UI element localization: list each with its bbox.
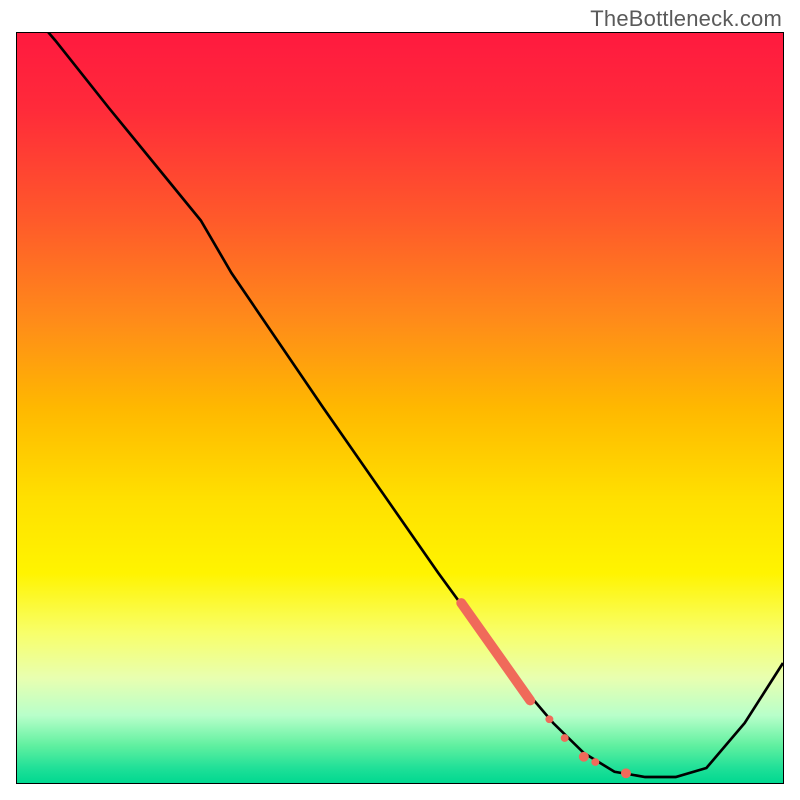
- highlight-dot: [591, 758, 599, 766]
- highlight-dot: [561, 734, 569, 742]
- highlight-segment: [461, 603, 530, 701]
- chart-container: TheBottleneck.com: [0, 0, 800, 800]
- highlight-dots: [545, 715, 631, 778]
- highlight-dot: [621, 768, 631, 778]
- bottleneck-curve: [17, 33, 783, 777]
- highlight-dot: [579, 752, 589, 762]
- watermark-text: TheBottleneck.com: [590, 6, 782, 32]
- plot-area: [16, 32, 784, 784]
- highlight-dot: [545, 715, 553, 723]
- chart-svg: [17, 33, 783, 783]
